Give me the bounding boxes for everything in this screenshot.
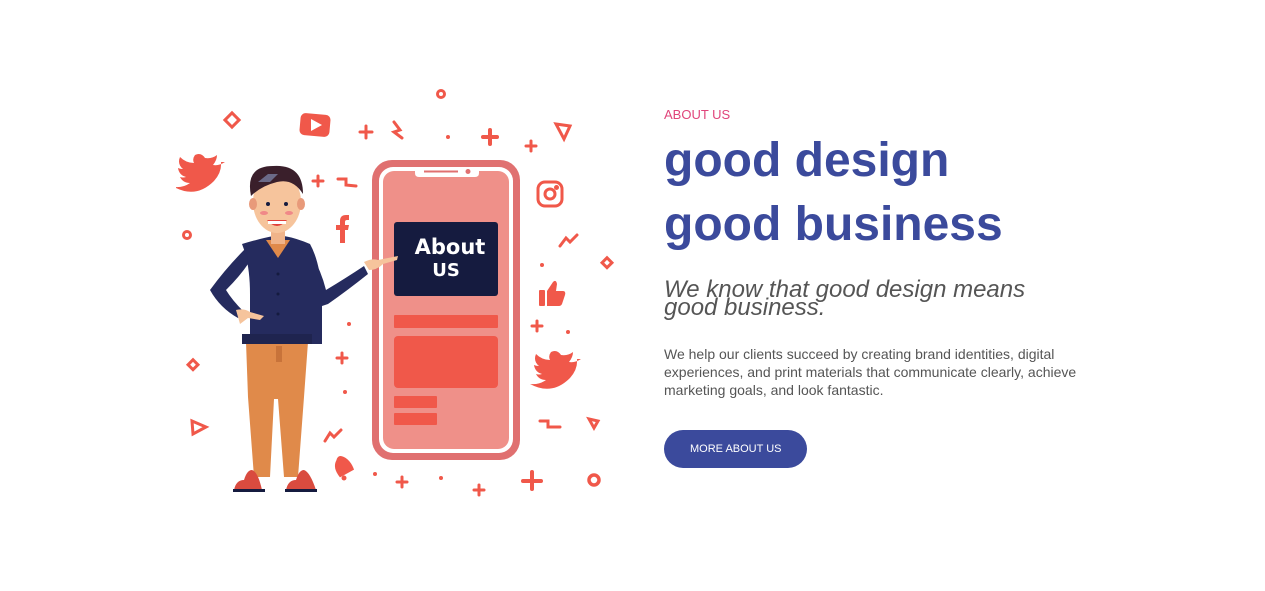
bell-icon [334, 456, 355, 481]
instagram-icon [536, 180, 564, 208]
youtube-icon [299, 113, 331, 137]
headline-line-2: good business [664, 198, 1003, 251]
phone-screen-card [394, 222, 498, 296]
facebook-icon [336, 215, 349, 243]
about-content: ABOUT US good design good business We kn… [664, 105, 1084, 468]
headline-line-1: good design [664, 134, 950, 187]
thumbs-up-icon [539, 280, 566, 306]
presenter-character [210, 165, 398, 492]
twitter-icon-right [530, 351, 581, 389]
more-about-us-button[interactable]: MORE ABOUT US [664, 430, 808, 468]
phone-screen-title: About [415, 235, 486, 259]
phone-mockup: About US [372, 160, 520, 460]
twitter-icon [176, 154, 225, 192]
phone-screen-subtitle: US [432, 260, 460, 281]
about-page: About US ABOUT US good design good busin… [0, 0, 1265, 591]
tagline: We know that good design means good busi… [664, 276, 1026, 321]
about-illustration: About US [176, 84, 620, 500]
about-description: We help our clients succeed by creating … [664, 346, 1077, 398]
section-eyebrow: ABOUT US [664, 107, 731, 122]
page-title: good design good business [664, 129, 1084, 257]
